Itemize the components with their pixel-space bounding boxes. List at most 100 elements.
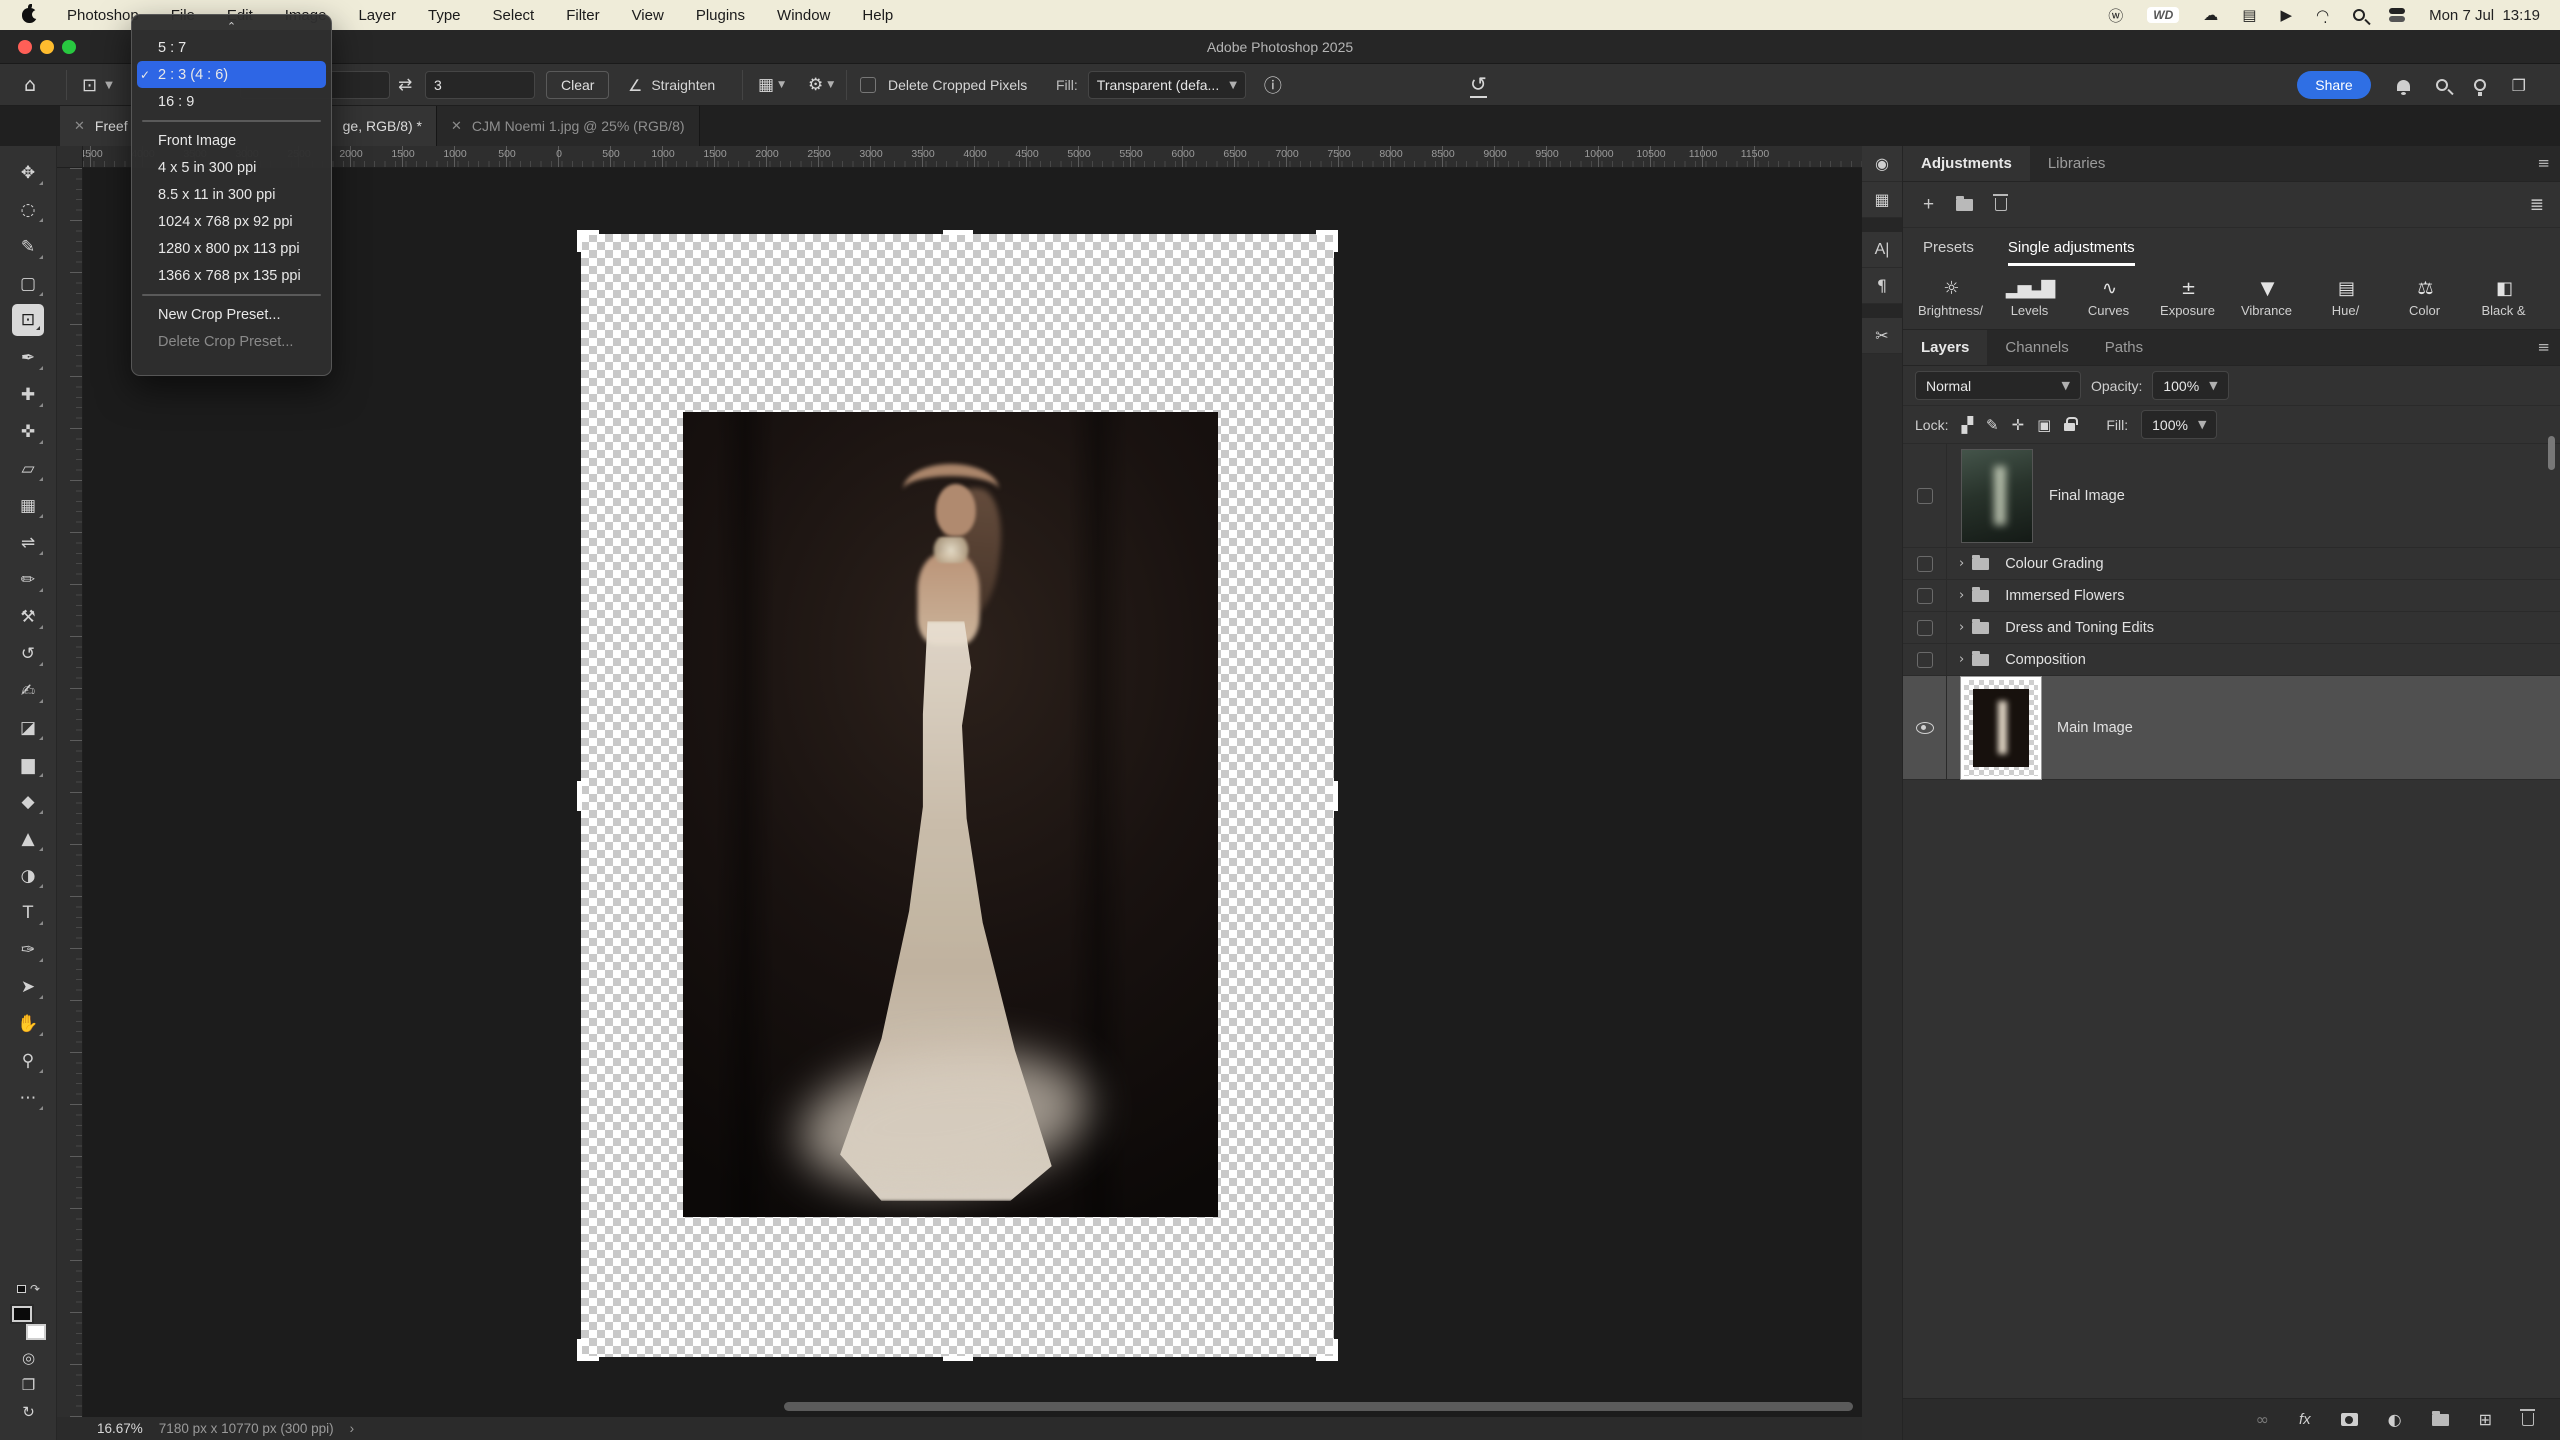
crop-handle-bottom[interactable] — [943, 1356, 973, 1361]
layer-thumbnail[interactable] — [1961, 449, 2033, 543]
patch-tool[interactable]: ▱ — [9, 450, 47, 487]
adjustment-item[interactable]: ⚖ Color — [2385, 266, 2464, 329]
layer-name[interactable]: Immersed Flowers — [2005, 588, 2124, 604]
quick-mask-icon[interactable]: ◎ — [10, 1349, 48, 1367]
wd-drive-icon[interactable]: WD — [2147, 7, 2179, 23]
crop-handle-top[interactable] — [943, 230, 973, 235]
object-selection-tool[interactable]: ▢ — [9, 265, 47, 302]
close-tab-icon[interactable]: ✕ — [451, 118, 462, 134]
adjustment-group-folder-icon[interactable] — [1956, 199, 1973, 211]
layer-name[interactable]: Main Image — [2057, 720, 2133, 736]
mixer-brush-tool[interactable]: ✍ — [9, 672, 47, 709]
straighten-icon[interactable]: ∠ — [628, 76, 642, 95]
delete-layer-icon[interactable] — [2522, 1413, 2534, 1426]
Composition[interactable]: › Composition — [1903, 644, 2560, 676]
crop-preset-menu-item[interactable]: 1024 x 768 px 92 ppi — [132, 208, 331, 235]
color-panel-icon[interactable]: ◉ — [1862, 146, 1902, 182]
panel-menu-icon[interactable]: ≡ — [2537, 338, 2550, 356]
lock-artboard-icon[interactable]: ▣ — [2037, 416, 2051, 434]
tab-paths[interactable]: Paths — [2087, 330, 2161, 365]
blend-mode-select[interactable]: Normal▼ — [1915, 371, 2081, 400]
crop-handle-bottom-left[interactable] — [577, 1339, 599, 1361]
adjustment-item[interactable]: ◧ Black & — [2464, 266, 2543, 329]
visibility-checkbox[interactable] — [1917, 588, 1933, 604]
layer-name[interactable]: Dress and Toning Edits — [2005, 620, 2154, 636]
eraser-tool[interactable]: ◪ — [9, 709, 47, 746]
Main Image[interactable]: › Main Image — [1903, 676, 2560, 780]
add-adjustment-icon[interactable]: + — [1923, 194, 1934, 216]
frame-tool[interactable]: ▦ — [9, 487, 47, 524]
crop-preset-menu-item[interactable]: Front Image — [132, 127, 331, 154]
type-tool[interactable]: T — [9, 894, 47, 931]
visibility-checkbox[interactable] — [1917, 488, 1933, 504]
discover-lightbulb-icon[interactable] — [2474, 79, 2486, 91]
zoom-tool[interactable]: ⚲ — [9, 1042, 47, 1079]
tab-channels[interactable]: Channels — [1987, 330, 2086, 365]
layer-name[interactable]: Composition — [2005, 652, 2086, 668]
layer-name[interactable]: Colour Grading — [2005, 556, 2103, 572]
adjustment-item[interactable]: ∿ Curves — [2069, 266, 2148, 329]
new-layer-icon[interactable]: ⊞ — [2479, 1410, 2492, 1429]
layer-visibility-toggle[interactable] — [1903, 444, 1947, 547]
reset-crop-icon[interactable]: ↺ — [1470, 72, 1487, 98]
new-adjustment-layer-icon[interactable]: ◐ — [2388, 1410, 2402, 1429]
Colour Grading[interactable]: › Colour Grading — [1903, 548, 2560, 580]
straighten-label[interactable]: Straighten — [651, 77, 715, 93]
hand-tool[interactable]: ✋ — [9, 1005, 47, 1042]
lock-all-icon[interactable] — [2064, 423, 2075, 431]
zoom-level-value[interactable]: 16.67% — [97, 1421, 143, 1436]
crop-preset-menu-item[interactable]: ✓ 2 : 3 (4 : 6) — [137, 61, 326, 88]
eyedropper-tool[interactable]: ✒ — [9, 339, 47, 376]
subtab-presets[interactable]: Presets — [1923, 228, 1974, 266]
spotlight-search-icon[interactable] — [2353, 9, 2365, 21]
crop-preset-menu-item[interactable]: 5 : 7 — [132, 34, 331, 61]
menu-item[interactable]: Select — [477, 0, 551, 30]
group-chevron-icon[interactable]: › — [1959, 556, 1964, 571]
clone-stamp-tool[interactable]: ⚒ — [9, 598, 47, 635]
crop-preset-menu-item[interactable]: New Crop Preset... — [132, 301, 331, 328]
menu-item[interactable]: Filter — [550, 0, 615, 30]
lock-position-icon[interactable]: ✛ — [2012, 416, 2025, 434]
selection-brush-tool[interactable]: ✎ — [9, 228, 47, 265]
new-group-icon[interactable] — [2432, 1414, 2449, 1426]
Final Image[interactable]: › Final Image — [1903, 444, 2560, 548]
crop-preset-menu-item[interactable]: 16 : 9 — [132, 88, 331, 115]
film-status-icon[interactable]: ▤ — [2242, 6, 2256, 24]
layer-visibility-toggle[interactable] — [1903, 612, 1947, 643]
share-button[interactable]: Share — [2297, 71, 2370, 99]
link-layers-icon[interactable]: ∞ — [2256, 1410, 2269, 1429]
Immersed Flowers[interactable]: › Immersed Flowers — [1903, 580, 2560, 612]
adjustment-item[interactable]: ± Exposure — [2148, 266, 2227, 329]
scissors-panel-icon[interactable]: ✂ — [1862, 318, 1902, 354]
ruler-origin-corner[interactable] — [57, 146, 83, 168]
menu-bar-clock[interactable]: Mon 7 Jul 13:19 — [2429, 7, 2540, 24]
layer-visibility-toggle[interactable] — [1903, 676, 1947, 779]
crop-preset-menu-item[interactable]: 4 x 5 in 300 ppi — [132, 154, 331, 181]
minimize-window-button[interactable] — [40, 40, 54, 54]
crop-tool-chevron-icon[interactable]: ▼ — [105, 80, 113, 91]
home-icon[interactable]: ⌂ — [24, 74, 36, 96]
adjustment-item[interactable]: ▂▅▃▇ Levels — [1990, 266, 2069, 329]
brush-tool[interactable]: ✏ — [9, 561, 47, 598]
adjustment-item[interactable]: ☼ Brightness/ — [1911, 266, 1990, 329]
crop-handle-top-right[interactable] — [1316, 230, 1338, 252]
screen-mode-icon[interactable]: ❐ — [10, 1376, 48, 1394]
vertical-ruler[interactable] — [57, 168, 83, 1417]
subtab-single-adjustments[interactable]: Single adjustments — [2008, 228, 2135, 266]
gradient-tool[interactable]: ▆ — [9, 746, 47, 783]
crop-settings-gear-icon[interactable]: ⚙ — [808, 75, 823, 95]
fill-mode-select[interactable]: Transparent (defa...▼ — [1088, 71, 1246, 99]
clear-button[interactable]: Clear — [546, 71, 609, 99]
layer-visibility-toggle[interactable] — [1903, 580, 1947, 611]
adjustment-item[interactable]: ▼ Vibrance — [2227, 266, 2306, 329]
layer-effects-icon[interactable]: fx — [2299, 1411, 2311, 1428]
pen-tool[interactable]: ✑ — [9, 931, 47, 968]
crop-preset-menu-item[interactable]: 1280 x 800 px 113 ppi — [132, 235, 331, 262]
status-chevron-icon[interactable]: › — [350, 1421, 355, 1436]
crop-preset-menu-item[interactable]: 8.5 x 11 in 300 ppi — [132, 181, 331, 208]
zoom-window-button[interactable] — [62, 40, 76, 54]
eye-icon[interactable] — [1916, 722, 1934, 734]
tab-libraries[interactable]: Libraries — [2030, 146, 2124, 181]
visibility-checkbox[interactable] — [1917, 652, 1933, 668]
Dress and Toning Edits[interactable]: › Dress and Toning Edits — [1903, 612, 2560, 644]
